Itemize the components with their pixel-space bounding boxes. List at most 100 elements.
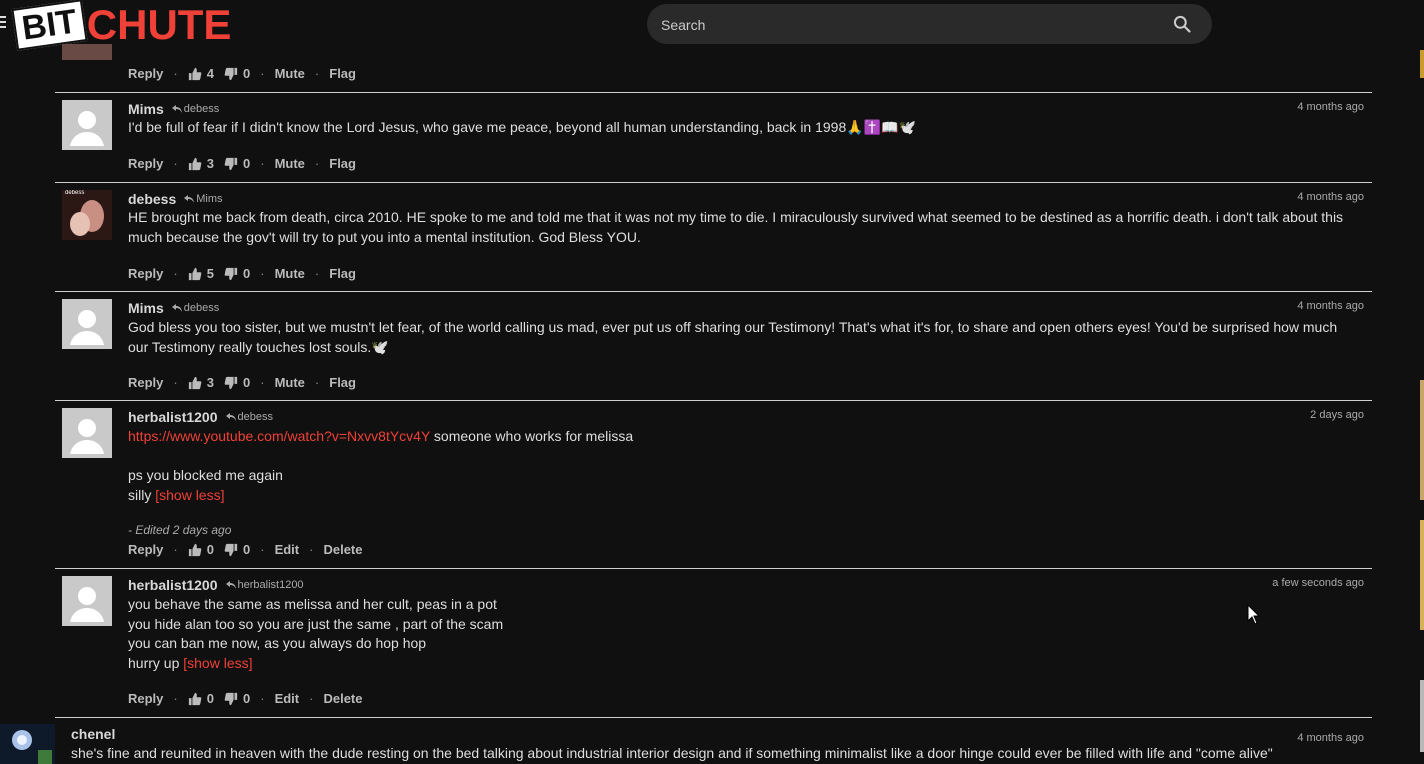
- comment-actions: Reply · 3 0 · Mute · Flag: [128, 375, 356, 390]
- reply-to[interactable]: debess: [225, 411, 273, 423]
- reply-to[interactable]: debess: [171, 302, 219, 314]
- dislike-count: 0: [242, 266, 251, 281]
- reply-button[interactable]: Reply: [128, 691, 163, 706]
- search-input[interactable]: [659, 4, 1143, 46]
- avatar[interactable]: [62, 408, 112, 458]
- avatar[interactable]: debess: [62, 190, 112, 240]
- like-count: 5: [206, 266, 214, 281]
- delete-button[interactable]: Delete: [323, 691, 362, 706]
- comment-author[interactable]: herbalist1200: [128, 577, 218, 593]
- comment-actions: Reply · 4 0 · Mute · Flag: [128, 66, 356, 81]
- comment-text: you behave the same as melissa and her c…: [128, 596, 504, 671]
- avatar[interactable]: [62, 299, 112, 349]
- comment-text: https://www.youtube.com/watch?v=Nxvv8tYc…: [128, 427, 1360, 541]
- like-button[interactable]: 5: [188, 266, 214, 281]
- scrollbar[interactable]: [1420, 0, 1424, 752]
- dislike-button[interactable]: 0: [224, 375, 250, 390]
- thumbs-up-icon: [188, 157, 202, 170]
- comment-author[interactable]: herbalist1200: [128, 409, 218, 425]
- show-less-link[interactable]: [show less]: [183, 655, 252, 671]
- thumbs-down-icon: [224, 157, 238, 170]
- comment-header: Mims debess: [128, 300, 219, 318]
- thumbs-up-icon: [188, 376, 202, 389]
- like-button[interactable]: 0: [188, 691, 214, 706]
- comment-author[interactable]: Mims: [128, 101, 164, 117]
- comment-time: 4 months ago: [1297, 101, 1364, 113]
- show-less-link[interactable]: [show less]: [155, 487, 224, 503]
- dislike-count: 0: [242, 542, 251, 557]
- default-avatar-icon: [70, 419, 104, 454]
- like-count: 3: [206, 375, 214, 390]
- comment-actions: Reply · 5 0 · Mute · Flag: [128, 266, 356, 281]
- like-count: 4: [206, 66, 214, 81]
- youtube-link[interactable]: https://www.youtube.com/watch?v=Nxvv8tYc…: [128, 428, 430, 444]
- divider: [55, 92, 1372, 93]
- dislike-count: 0: [242, 375, 251, 390]
- reply-to[interactable]: herbalist1200: [225, 579, 304, 591]
- default-avatar-icon: [70, 310, 104, 345]
- comment-header: debess Mims: [128, 191, 223, 209]
- divider: [55, 568, 1372, 569]
- like-count: 3: [206, 156, 214, 171]
- delete-button[interactable]: Delete: [323, 542, 362, 557]
- search-icon[interactable]: [1172, 14, 1192, 34]
- thumbs-down-icon: [224, 267, 238, 280]
- flag-button[interactable]: Flag: [329, 156, 356, 171]
- edit-button[interactable]: Edit: [275, 542, 300, 557]
- menu-icon[interactable]: [0, 16, 6, 31]
- like-button[interactable]: 3: [188, 156, 214, 171]
- comment-actions: Reply · 0 0 · Edit · Delete: [128, 542, 363, 557]
- comment-author[interactable]: chenel: [71, 726, 115, 742]
- reply-button[interactable]: Reply: [128, 542, 163, 557]
- comment-author[interactable]: debess: [128, 191, 176, 207]
- thumbs-down-icon: [224, 376, 238, 389]
- reply-arrow-icon: [184, 195, 195, 203]
- thumbs-up-icon: [188, 67, 202, 80]
- bitchute-logo[interactable]: BIT CHUTE: [11, 0, 231, 51]
- avatar[interactable]: [62, 44, 112, 60]
- default-avatar-icon: [70, 111, 104, 146]
- flag-button[interactable]: Flag: [329, 266, 356, 281]
- reply-to[interactable]: Mims: [184, 193, 223, 205]
- mute-button[interactable]: Mute: [275, 66, 305, 81]
- avatar[interactable]: [62, 100, 112, 150]
- dislike-button[interactable]: 0: [224, 156, 250, 171]
- like-count: 0: [206, 691, 214, 706]
- reply-button[interactable]: Reply: [128, 66, 163, 81]
- flag-button[interactable]: Flag: [329, 66, 356, 81]
- divider: [55, 400, 1372, 401]
- dislike-button[interactable]: 0: [224, 691, 250, 706]
- avatar[interactable]: [0, 724, 55, 764]
- comment-time: 2 days ago: [1310, 409, 1364, 421]
- like-button[interactable]: 3: [188, 375, 214, 390]
- avatar[interactable]: [62, 576, 112, 626]
- thumbs-up-icon: [188, 543, 202, 556]
- dislike-button[interactable]: 0: [224, 66, 250, 81]
- edit-button[interactable]: Edit: [275, 691, 300, 706]
- mute-button[interactable]: Mute: [275, 375, 305, 390]
- like-button[interactable]: 0: [188, 542, 214, 557]
- comment-text: she's fine and reunited in heaven with t…: [71, 745, 1273, 761]
- comment-time: a few seconds ago: [1272, 577, 1364, 589]
- reply-to[interactable]: debess: [171, 103, 219, 115]
- dislike-button[interactable]: 0: [224, 542, 250, 557]
- dislike-button[interactable]: 0: [224, 266, 250, 281]
- user-photo-avatar: [0, 724, 55, 764]
- mute-button[interactable]: Mute: [275, 156, 305, 171]
- comment-text: God bless you too sister, but we mustn't…: [128, 319, 1338, 355]
- comment-author[interactable]: Mims: [128, 300, 164, 316]
- thumbs-down-icon: [224, 67, 238, 80]
- like-button[interactable]: 4: [188, 66, 214, 81]
- reply-button[interactable]: Reply: [128, 266, 163, 281]
- flag-button[interactable]: Flag: [329, 375, 356, 390]
- divider: [55, 291, 1372, 292]
- thumbs-up-icon: [188, 692, 202, 705]
- mute-button[interactable]: Mute: [275, 266, 305, 281]
- reply-button[interactable]: Reply: [128, 156, 163, 171]
- edited-note: - Edited 2 days ago: [128, 523, 232, 538]
- comment-top-level: chenel 4 months ago she's fine and reuni…: [0, 720, 1372, 764]
- thumbs-down-icon: [224, 692, 238, 705]
- thumbs-up-icon: [188, 267, 202, 280]
- comment-text: HE brought me back from death, circa 201…: [128, 209, 1344, 245]
- reply-button[interactable]: Reply: [128, 375, 163, 390]
